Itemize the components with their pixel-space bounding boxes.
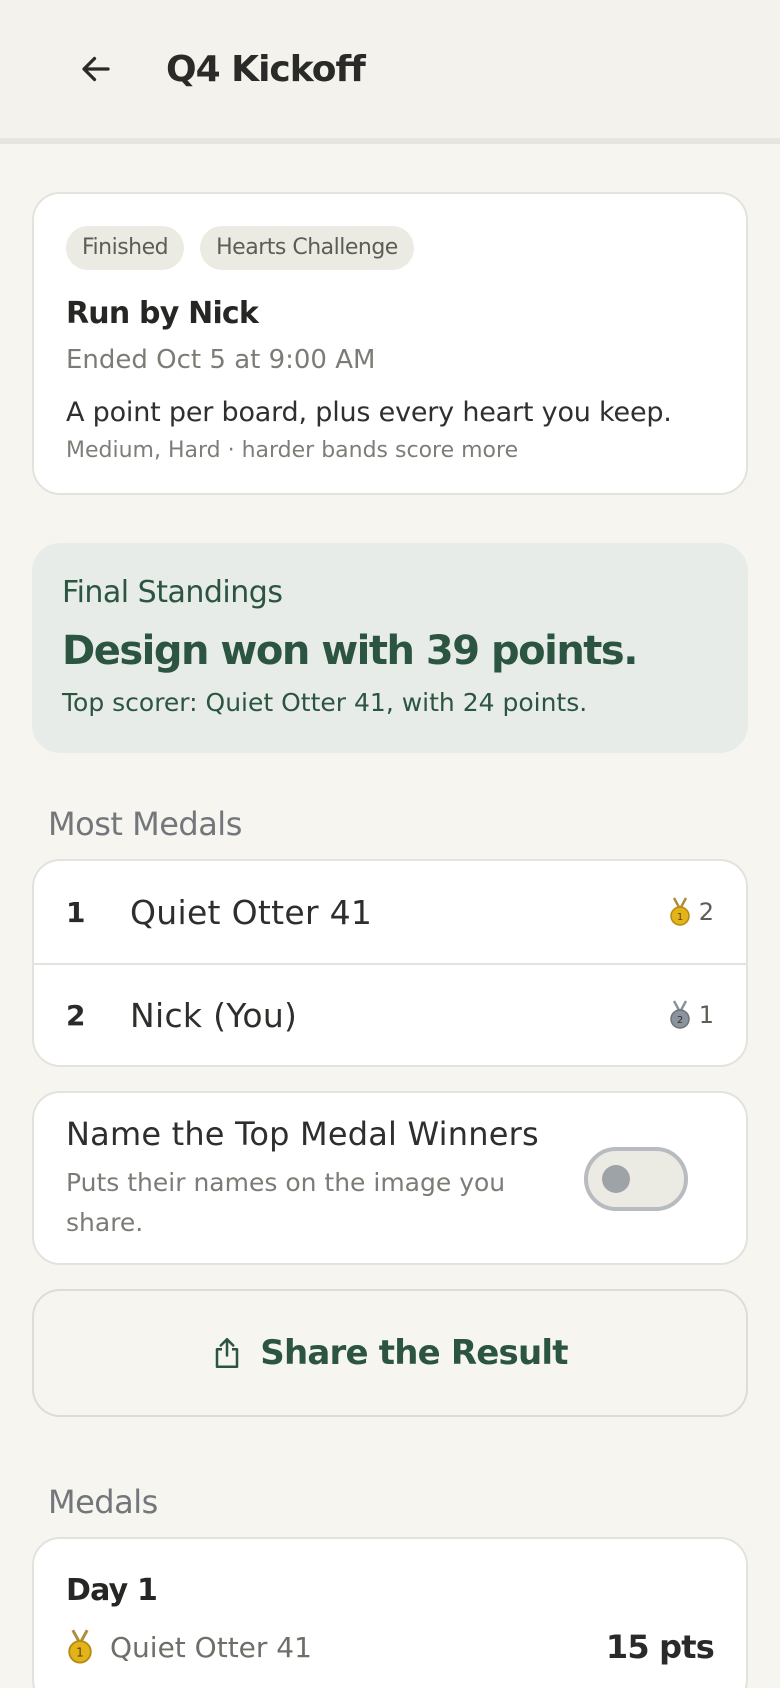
final-standings-panel: Final Standings Design won with 39 point… — [32, 543, 748, 753]
share-label: Share the Result — [260, 1333, 568, 1373]
most-medals-list: 1 Quiet Otter 41 1 2 2 Nick (You) 2 1 — [32, 859, 748, 1067]
setting-description: Puts their names on the image you share. — [66, 1168, 506, 1237]
toggle-knob — [602, 1165, 630, 1193]
scoring-rule: A point per board, plus every heart you … — [66, 397, 672, 428]
app-root: Q4 Kickoff Finished Hearts Challenge Run… — [0, 0, 780, 1688]
gold-medal-icon: 1 — [68, 1629, 92, 1664]
page-title: Q4 Kickoff — [166, 48, 366, 90]
list-item: 1 Quiet Otter 41 15 pts — [66, 1628, 715, 1666]
player-name: Quiet Otter 41 — [130, 892, 373, 932]
svg-text:2: 2 — [677, 1015, 683, 1026]
ended-date: Ended Oct 5 at 9:00 AM — [66, 345, 376, 375]
medal-count-value: 2 — [698, 898, 714, 926]
status-chip: Finished — [66, 226, 185, 270]
type-chip: Hearts Challenge — [200, 226, 414, 270]
rank-number: 2 — [66, 998, 86, 1032]
share-icon — [216, 1338, 239, 1368]
run-by-label: Run by Nick — [66, 296, 259, 331]
player-name: Nick (You) — [130, 995, 298, 1035]
challenge-info-card: Finished Hearts Challenge Run by Nick En… — [32, 192, 748, 495]
setting-text: Name the Top Medal Winners Puts their na… — [66, 1115, 584, 1243]
arrow-left-icon — [82, 56, 110, 82]
day-medals-card: Day 1 1 Quiet Otter 41 15 pts — [32, 1537, 748, 1688]
difficulty-bands: Medium, Hard · harder bands score more — [66, 438, 519, 463]
app-header: Q4 Kickoff — [0, 0, 780, 144]
standings-label: Final Standings — [62, 575, 283, 610]
medal-count: 1 2 — [669, 897, 714, 927]
main-content: Finished Hearts Challenge Run by Nick En… — [0, 192, 780, 1688]
back-button[interactable] — [74, 47, 118, 91]
medal-count-value: 1 — [698, 1001, 714, 1029]
name-winners-toggle[interactable] — [584, 1147, 688, 1211]
top-scorer: Top scorer: Quiet Otter 41, with 24 poin… — [62, 688, 588, 717]
setting-title: Name the Top Medal Winners — [66, 1115, 539, 1153]
silver-medal-icon: 2 — [669, 1000, 690, 1029]
rank-number: 1 — [66, 895, 86, 929]
day-title: Day 1 — [66, 1573, 158, 1608]
most-medals-title: Most Medals — [48, 805, 242, 843]
gold-medal-icon: 1 — [669, 897, 690, 926]
svg-text:1: 1 — [76, 1646, 84, 1660]
points-value: 15 pts — [605, 1628, 715, 1666]
list-item[interactable]: 2 Nick (You) 2 1 — [34, 963, 746, 1065]
share-result-button[interactable]: Share the Result — [32, 1289, 748, 1417]
medals-title: Medals — [48, 1483, 158, 1521]
svg-text:1: 1 — [677, 912, 683, 923]
standings-headline: Design won with 39 points. — [62, 628, 638, 674]
list-item[interactable]: 1 Quiet Otter 41 1 2 — [34, 861, 746, 963]
chip-row: Finished Hearts Challenge — [66, 226, 714, 270]
player-name: Quiet Otter 41 — [110, 1630, 312, 1664]
medal-count: 2 1 — [669, 1000, 714, 1030]
name-winners-setting: Name the Top Medal Winners Puts their na… — [32, 1091, 748, 1265]
